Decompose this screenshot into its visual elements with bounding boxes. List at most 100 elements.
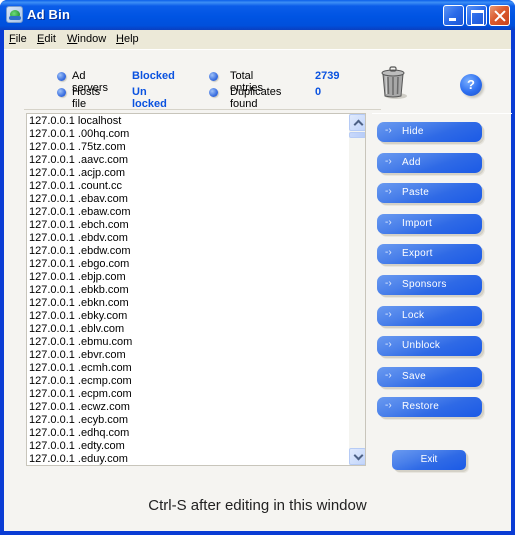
arrow-icon: -› xyxy=(385,400,392,411)
hosts-list-content[interactable]: 127.0.0.1 localhost 127.0.0.1 .00hq.com 12… xyxy=(28,115,348,465)
scroll-up-button[interactable] xyxy=(349,114,365,131)
scroll-down-button[interactable] xyxy=(349,448,365,465)
arrow-icon: -› xyxy=(385,125,392,136)
list-item[interactable]: 127.0.0.1 .ebmu.com xyxy=(28,336,348,349)
title-bar[interactable]: Ad Bin xyxy=(0,0,515,30)
arrow-icon: -› xyxy=(385,247,392,258)
maximize-button[interactable] xyxy=(466,5,487,26)
arrow-icon: -› xyxy=(385,156,392,167)
divider xyxy=(372,113,512,114)
save-button-label: Save xyxy=(402,371,426,382)
list-item[interactable]: 127.0.0.1 .ecyb.com xyxy=(28,414,348,427)
list-item[interactable]: 127.0.0.1 .ecmp.com xyxy=(28,375,348,388)
list-item[interactable]: 127.0.0.1 .ebch.com xyxy=(28,219,348,232)
minimize-button[interactable] xyxy=(443,5,464,26)
hide-button-label: Hide xyxy=(402,126,424,137)
menu-help[interactable]: Help xyxy=(116,33,139,45)
vertical-scrollbar[interactable] xyxy=(349,114,365,465)
trash-bin-icon[interactable] xyxy=(378,65,408,99)
menu-edit-label: dit xyxy=(44,33,56,45)
add-button-label: Add xyxy=(402,157,421,168)
lock-button[interactable]: -› Lock xyxy=(377,306,482,326)
add-button[interactable]: -› Add xyxy=(377,153,482,173)
divider xyxy=(24,109,381,110)
list-item[interactable]: 127.0.0.1 .ebdw.com xyxy=(28,245,348,258)
app-icon xyxy=(6,6,23,23)
arrow-icon: -› xyxy=(385,217,392,228)
arrow-icon: -› xyxy=(385,186,392,197)
unblock-button-label: Unblock xyxy=(402,340,441,351)
list-item[interactable]: 127.0.0.1 .ecpm.com xyxy=(28,388,348,401)
list-item[interactable]: 127.0.0.1 .ecmh.com xyxy=(28,362,348,375)
hosts-list[interactable]: 127.0.0.1 localhost 127.0.0.1 .00hq.com 12… xyxy=(26,113,366,466)
bullet-icon xyxy=(57,72,66,81)
list-item[interactable]: 127.0.0.1 .ecwz.com xyxy=(28,401,348,414)
app-window: Ad Bin File Edit Window Help Ad servers … xyxy=(0,0,515,535)
restore-button[interactable]: -› Restore xyxy=(377,397,482,417)
lock-button-label: Lock xyxy=(402,310,425,321)
bullet-icon xyxy=(209,72,218,81)
sponsors-button[interactable]: -› Sponsors xyxy=(377,275,482,295)
arrow-icon: -› xyxy=(385,278,392,289)
menu-separator xyxy=(4,49,511,50)
import-button-label: Import xyxy=(402,218,433,229)
list-item[interactable]: 127.0.0.1 .edhq.com xyxy=(28,427,348,440)
menu-window[interactable]: Window xyxy=(67,33,106,45)
list-item[interactable]: 127.0.0.1 .ebgo.com xyxy=(28,258,348,271)
bullet-icon xyxy=(57,88,66,97)
menu-window-mnemonic: W xyxy=(67,33,78,45)
import-button[interactable]: -› Import xyxy=(377,214,482,234)
sponsors-button-label: Sponsors xyxy=(402,279,447,290)
hide-button[interactable]: -› Hide xyxy=(377,122,482,142)
menu-file[interactable]: File xyxy=(9,33,27,45)
arrow-icon: -› xyxy=(385,370,392,381)
arrow-icon: -› xyxy=(385,339,392,350)
list-item[interactable]: 127.0.0.1 .acjp.com xyxy=(28,167,348,180)
list-item[interactable]: 127.0.0.1 .aavc.com xyxy=(28,154,348,167)
duplicates-value: 0 xyxy=(315,86,322,98)
menu-window-label: indow xyxy=(77,33,107,45)
list-item[interactable]: 127.0.0.1 .count.cc xyxy=(28,180,348,193)
list-item[interactable]: 127.0.0.1 .ebky.com xyxy=(28,310,348,323)
list-item[interactable]: 127.0.0.1 .00hq.com xyxy=(28,128,348,141)
menu-file-mnemonic: F xyxy=(9,33,16,45)
footer-hint: Ctrl-S after editing in this window xyxy=(148,497,367,514)
list-item[interactable]: 127.0.0.1 .ebaw.com xyxy=(28,206,348,219)
arrow-icon: -› xyxy=(385,309,392,320)
list-item[interactable]: 127.0.0.1 localhost xyxy=(28,115,348,128)
menu-help-label: elp xyxy=(123,33,139,45)
ad-servers-status: Blocked xyxy=(132,70,175,82)
hosts-file-status: Un locked xyxy=(132,86,167,110)
restore-button-label: Restore xyxy=(402,401,440,412)
paste-button-label: Paste xyxy=(402,187,430,198)
exit-button[interactable]: Exit xyxy=(392,450,466,470)
list-item[interactable]: 127.0.0.1 .ebjp.com xyxy=(28,271,348,284)
list-item[interactable]: 127.0.0.1 .ebav.com xyxy=(28,193,348,206)
close-button[interactable] xyxy=(489,5,510,26)
list-item[interactable]: 127.0.0.1 .ebkn.com xyxy=(28,297,348,310)
list-item[interactable]: 127.0.0.1 .eblv.com xyxy=(28,323,348,336)
menu-help-mnemonic: H xyxy=(116,33,124,45)
client-area: File Edit Window Help Ad servers Blocked… xyxy=(4,30,512,531)
total-entries-value: 2739 xyxy=(315,70,340,82)
menu-bar: File Edit Window Help xyxy=(4,30,511,49)
duplicates-label: Duplicates found xyxy=(230,86,282,110)
list-item[interactable]: 127.0.0.1 .ebdv.com xyxy=(28,232,348,245)
scroll-thumb[interactable] xyxy=(349,132,365,138)
bullet-icon xyxy=(209,88,218,97)
list-item[interactable]: 127.0.0.1 .eduy.com xyxy=(28,453,348,465)
list-item[interactable]: 127.0.0.1 .ebvr.com xyxy=(28,349,348,362)
menu-file-label: ile xyxy=(15,33,27,45)
export-button[interactable]: -› Export xyxy=(377,244,482,264)
paste-button[interactable]: -› Paste xyxy=(377,183,482,203)
window-title: Ad Bin xyxy=(27,7,71,22)
help-icon[interactable]: ? xyxy=(460,74,482,96)
hosts-file-label: Hosts file xyxy=(72,86,101,110)
menu-edit[interactable]: Edit xyxy=(37,33,56,45)
unblock-button[interactable]: -› Unblock xyxy=(377,336,482,356)
list-item[interactable]: 127.0.0.1 .75tz.com xyxy=(28,141,348,154)
export-button-label: Export xyxy=(402,248,433,259)
save-button[interactable]: -› Save xyxy=(377,367,482,387)
list-item[interactable]: 127.0.0.1 .ebkb.com xyxy=(28,284,348,297)
list-item[interactable]: 127.0.0.1 .edty.com xyxy=(28,440,348,453)
